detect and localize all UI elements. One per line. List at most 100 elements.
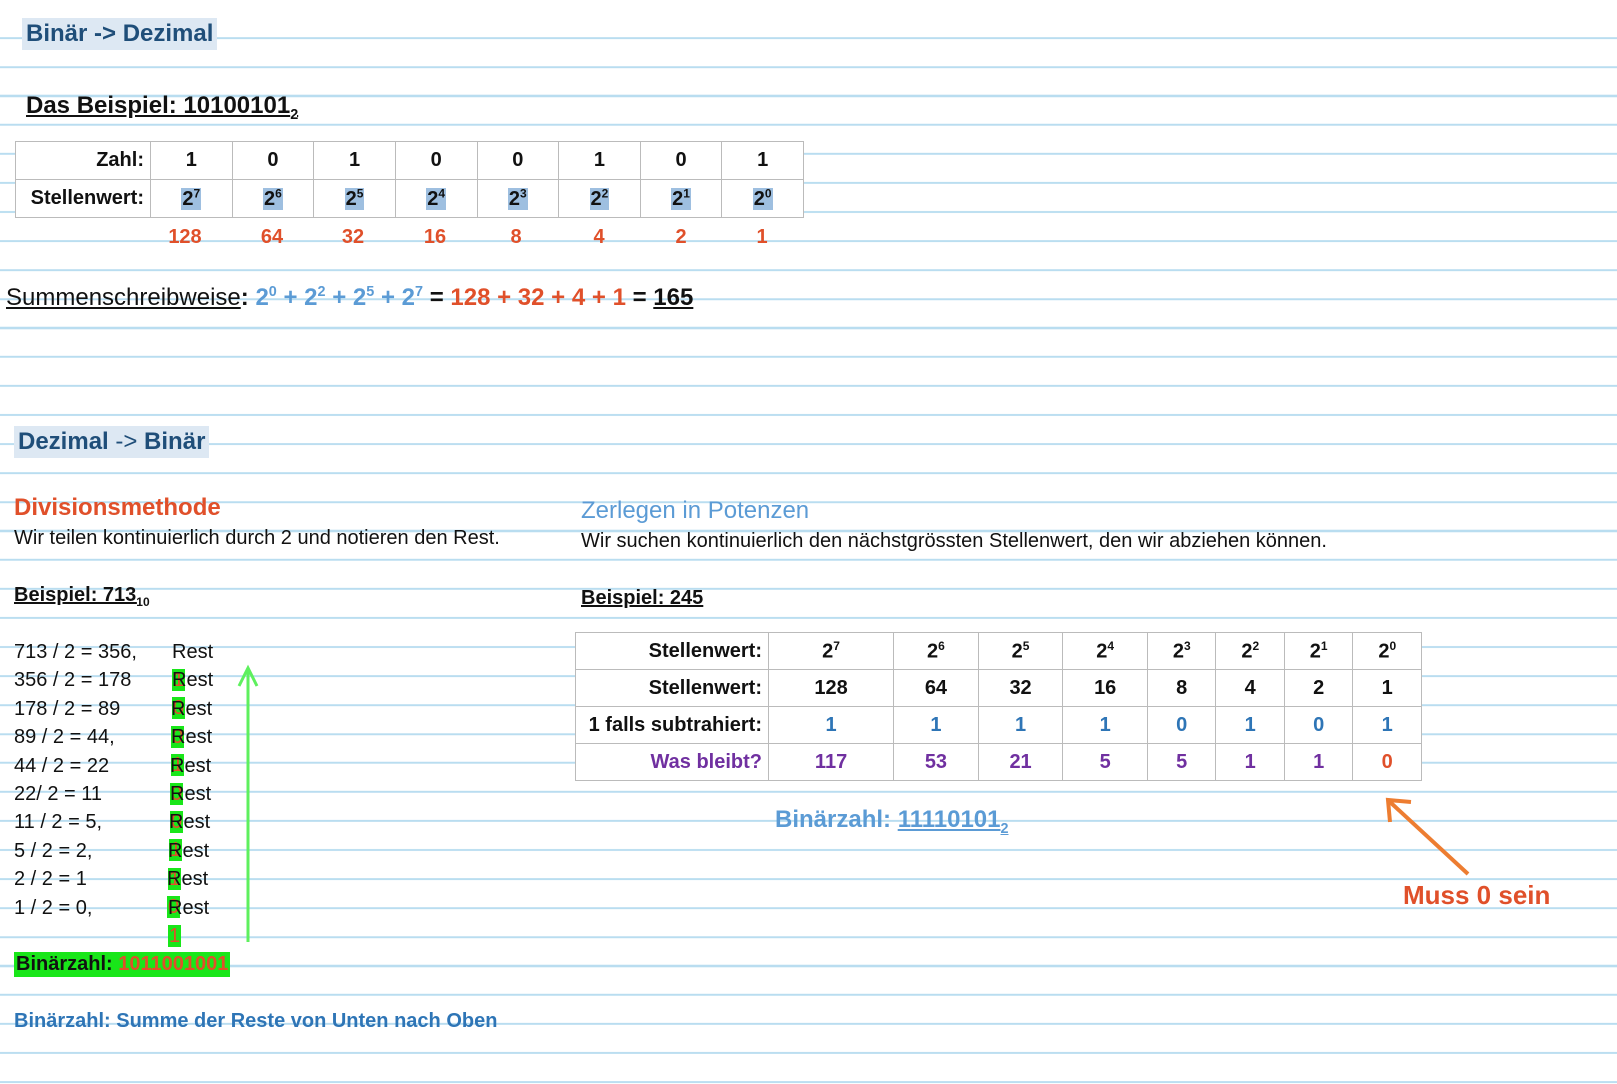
powers-value-cell: 32 — [977, 669, 1064, 707]
division-step: 22/ 2 = 11 Rest 0 — [14, 780, 211, 833]
division-equation: 11 / 2 = 5, — [14, 811, 103, 834]
division-remainder: Rest 1 — [168, 896, 210, 947]
section2-title: Dezimal -> Binär — [14, 426, 210, 458]
place-value: 2 — [675, 226, 687, 248]
powers-value-cell: 16 — [1062, 669, 1148, 707]
place-value: 4 — [593, 226, 605, 248]
powers-subtracted-cell: 0 — [1283, 706, 1354, 744]
stellenwert-cell: 23 — [476, 179, 560, 218]
powers-value-cell: 1 — [1352, 669, 1422, 707]
powers-subtracted-cell: 1 — [1352, 706, 1422, 744]
division-step: 44 / 2 = 22 Rest 0 — [14, 752, 211, 805]
place-value: 64 — [260, 226, 284, 248]
division-step: 178 / 2 = 89 Rest 0 — [14, 695, 212, 748]
powers-heading: Zerlegen in Potenzen — [581, 497, 810, 524]
powers-subtracted-cell: 1 — [1215, 706, 1285, 744]
zahl-cell: 1 — [721, 141, 804, 180]
powers-value-cell: 8 — [1146, 669, 1217, 707]
stellenwert-cell: 24 — [394, 179, 478, 218]
sum-value-term: 4 — [571, 284, 586, 311]
powers-exp-cell: 23 — [1146, 632, 1217, 670]
sum-power-term: 20 — [255, 284, 277, 311]
division-result: Binärzahl: 1011001001 — [14, 952, 231, 977]
powers-subtracted-cell: 1 — [1062, 706, 1148, 744]
stellenwert-cell: 27 — [150, 179, 233, 218]
annotation-arrow-icon — [1385, 797, 1470, 876]
powers-remaining-cell: 21 — [977, 743, 1064, 781]
place-value: 128 — [168, 226, 202, 248]
up-arrow-icon — [237, 664, 259, 942]
sum-value-term: 1 — [612, 284, 626, 311]
powers-table: Stellenwert: 27 26 25 24 23 22 21 20 Stellenwert… — [575, 632, 1422, 781]
powers-label-values: Stellenwert: — [575, 669, 769, 707]
powers-label-subtracted: 1 falls subtrahiert: — [575, 706, 769, 744]
powers-exp-cell: 26 — [893, 632, 979, 670]
powers-result: Binärzahl: 111101012 — [775, 806, 1009, 837]
place-value: 1 — [756, 226, 768, 248]
sum-value-term: 32 — [517, 284, 545, 311]
place-value: 8 — [510, 226, 522, 248]
division-equation: 1 / 2 = 0, — [14, 896, 93, 919]
sum-power-term: 22 — [304, 284, 326, 311]
powers-remaining-cell: 1 — [1283, 743, 1354, 781]
zahl-cell: 1 — [150, 141, 233, 180]
division-equation: 178 / 2 = 89 — [14, 697, 121, 720]
division-step: 11 / 2 = 5, Rest 1 — [14, 808, 210, 862]
table-label-stellenwert: Stellenwert: — [15, 179, 151, 218]
powers-value-cell: 64 — [893, 669, 979, 707]
powers-value-cell: 4 — [1215, 669, 1285, 707]
powers-subtracted-cell: 0 — [1146, 706, 1217, 744]
division-equation: 22/ 2 = 11 — [14, 783, 103, 805]
division-step: 89 / 2 = 44, Rest 1 — [14, 723, 212, 777]
stellenwert-cell: 21 — [639, 179, 723, 218]
zahl-cell: 0 — [394, 141, 478, 180]
sum-power-term: 25 — [352, 284, 375, 311]
powers-remaining-cell: 0 — [1352, 743, 1422, 781]
division-step: 713 / 2 = 356, Rest 1 — [14, 638, 213, 691]
sum-value-term: 128 — [450, 284, 491, 311]
powers-label-remaining: Was bleibt? — [575, 743, 769, 781]
powers-exp-cell: 25 — [977, 632, 1064, 670]
place-value: 32 — [341, 226, 365, 248]
stellenwert-cell: 22 — [558, 179, 641, 218]
powers-exp-cell: 27 — [767, 632, 895, 670]
sum-notation: Summenschreibweise: 20 + 22 + 25 + 27 = … — [6, 284, 694, 311]
section1-title: Binär -> Dezimal — [22, 18, 218, 50]
stellenwert-cell: 25 — [313, 179, 396, 218]
division-desc: Wir teilen kontinuierlich durch 2 und no… — [14, 527, 500, 549]
zahl-cell: 0 — [231, 141, 315, 180]
sum-result: 165 — [653, 284, 694, 311]
sum-power-term: 27 — [401, 284, 424, 311]
zahl-cell: 0 — [476, 141, 560, 180]
binary-place-table: Zahl: 10100101 Stellenwert: 27 26 25 24 23 22… — [15, 141, 804, 218]
division-equation: 44 / 2 = 22 — [14, 754, 110, 777]
division-heading: Divisionsmethode — [14, 494, 221, 521]
division-footer: Binärzahl: Summe der Reste von Unten nac… — [14, 1010, 498, 1032]
powers-remaining-cell: 117 — [767, 743, 895, 781]
sum-label: Summenschreibweise — [6, 284, 241, 311]
division-equation: 713 / 2 = 356, — [14, 641, 137, 663]
powers-remaining-cell: 1 — [1215, 743, 1285, 781]
division-example: Beispiel: 71310 — [14, 584, 150, 609]
powers-desc: Wir suchen kontinuierlich den nächstgrös… — [581, 530, 1327, 552]
table-label-zahl: Zahl: — [15, 141, 151, 180]
division-equation: 5 / 2 = 2, — [14, 839, 93, 862]
annotation-must-be-zero: Muss 0 sein — [1403, 880, 1551, 910]
powers-exp-cell: 22 — [1215, 632, 1285, 670]
powers-exp-cell: 21 — [1283, 632, 1354, 670]
powers-subtracted-cell: 1 — [977, 706, 1064, 744]
powers-subtracted-cell: 1 — [893, 706, 979, 744]
powers-remaining-cell: 53 — [893, 743, 979, 781]
place-value: 16 — [423, 226, 447, 248]
division-step: 1 / 2 = 0, Rest 1 — [14, 894, 209, 947]
powers-remaining-cell: 5 — [1146, 743, 1217, 781]
division-equation: 356 / 2 = 178 — [14, 669, 132, 692]
powers-value-cell: 128 — [767, 669, 895, 707]
division-step: 356 / 2 = 178 Rest 0 — [14, 666, 213, 720]
zahl-cell: 1 — [313, 141, 396, 180]
powers-label-exp: Stellenwert: — [575, 632, 769, 670]
zahl-cell: 1 — [558, 141, 641, 180]
powers-exp-cell: 24 — [1062, 632, 1148, 670]
division-equation: 89 / 2 = 44, — [14, 726, 115, 749]
division-step: 2 / 2 = 1 Rest 0 — [14, 865, 208, 919]
